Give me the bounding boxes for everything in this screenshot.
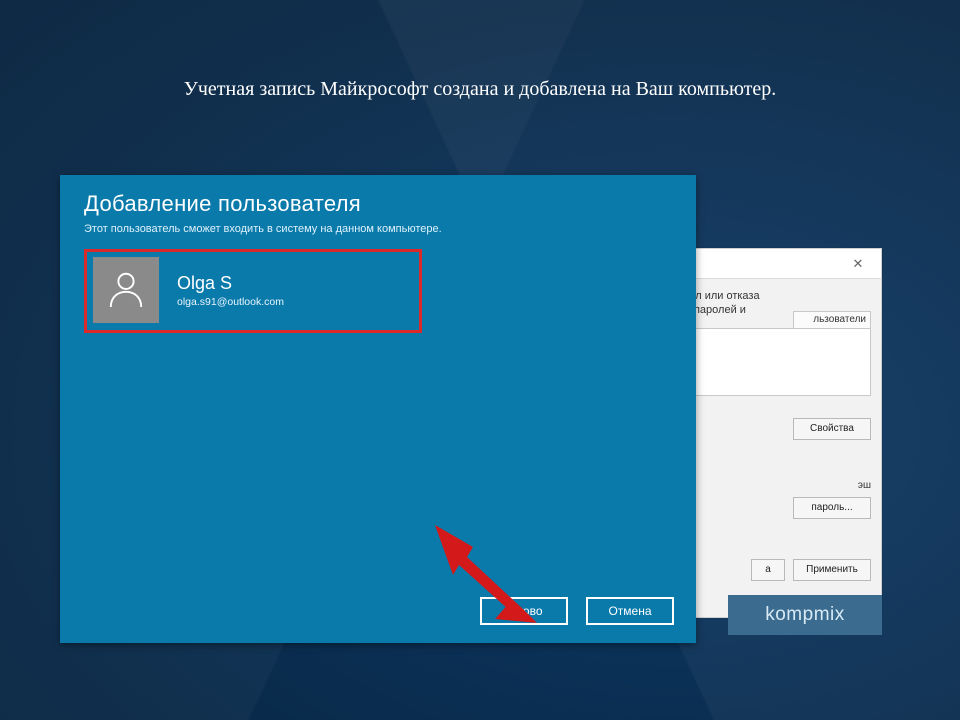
- bg-button-a[interactable]: а: [751, 559, 785, 581]
- bg-dialog-titlebar: ✕: [673, 249, 881, 279]
- user-card-highlight: Olga S olga.s91@outlook.com: [84, 249, 422, 333]
- user-icon: [107, 269, 145, 312]
- user-accounts-dialog: ✕ нил или отказа ы паролей и льзователи …: [672, 248, 882, 618]
- user-name: Olga S: [177, 273, 284, 294]
- cancel-button[interactable]: Отмена: [586, 597, 674, 625]
- user-card: Olga S olga.s91@outlook.com: [93, 256, 413, 324]
- page-caption: Учетная запись Майкрософт создана и доба…: [0, 78, 960, 101]
- user-email: olga.s91@outlook.com: [177, 296, 284, 308]
- apply-button[interactable]: Применить: [793, 559, 871, 581]
- done-button[interactable]: Готово: [480, 597, 568, 625]
- add-user-dialog: Добавление пользователя Этот пользовател…: [60, 175, 696, 643]
- bg-tab-users[interactable]: льзователи: [793, 311, 871, 329]
- dialog-subtitle: Этот пользователь сможет входить в систе…: [60, 223, 696, 249]
- bg-users-list-panel: льзователи: [683, 328, 871, 396]
- watermark: kompmix: [728, 595, 882, 635]
- properties-button[interactable]: Свойства: [793, 418, 871, 440]
- dialog-title: Добавление пользователя: [60, 175, 696, 223]
- password-button[interactable]: пароль...: [793, 497, 871, 519]
- bg-text-fragment: эш: [683, 480, 871, 491]
- avatar: [93, 257, 159, 323]
- close-icon[interactable]: ✕: [841, 253, 875, 275]
- screenshot-stage: ✕ нил или отказа ы паролей и льзователи …: [60, 175, 900, 643]
